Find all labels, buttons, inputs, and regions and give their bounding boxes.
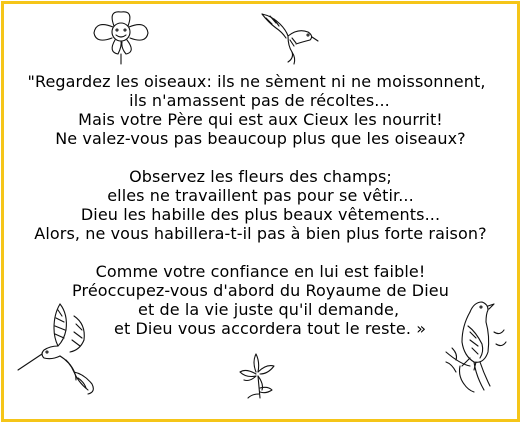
- poem-text: "Regardez les oiseaux: ils ne sèment ni …: [0, 72, 521, 338]
- poem-line: Comme votre confiance en lui est faible!: [95, 262, 426, 281]
- poem-line: Alors, ne vous habillera-t-il pas à bien…: [34, 224, 487, 243]
- hummingbird-icon: [261, 13, 319, 65]
- poem-line: et de la vie juste qu'il demande,: [138, 300, 400, 319]
- poem-line: Observez les fleurs des champs;: [129, 167, 392, 186]
- flower-icon: [93, 11, 149, 65]
- poem-line: Mais votre Père qui est aux Cieux les no…: [78, 110, 443, 129]
- poem-line: elles ne travaillent pas pour se vêtir..…: [107, 186, 414, 205]
- poem-line: ils n'amassent pas de récoltes...: [129, 91, 390, 110]
- poem-line: et Dieu vous accordera tout le reste. »: [114, 319, 427, 338]
- poem-line: Préoccupez-vous d'abord du Royaume de Di…: [72, 281, 449, 300]
- poem-line: Ne valez-vous pas beaucoup plus que les …: [55, 129, 466, 148]
- poem-line: Dieu les habille des plus beaux vêtement…: [80, 205, 441, 224]
- flower-sprig-icon: [239, 353, 275, 399]
- poem-line: "Regardez les oiseaux: ils ne sèment ni …: [27, 72, 486, 91]
